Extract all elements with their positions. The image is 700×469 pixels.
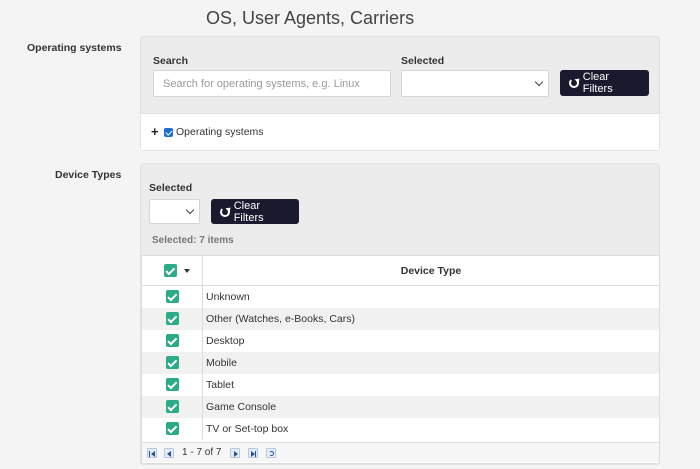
- device-type-cell: Game Console: [206, 401, 277, 413]
- table-header: Device Type: [142, 256, 659, 286]
- page-title: OS, User Agents, Carriers: [206, 8, 415, 28]
- row-checkbox[interactable]: [166, 334, 179, 347]
- os-search-input[interactable]: [153, 70, 391, 97]
- table-row[interactable]: Game Console: [142, 396, 659, 418]
- column-header-device-type[interactable]: Device Type: [203, 256, 659, 286]
- os-section-label: Operating systems: [27, 42, 122, 54]
- row-checkbox[interactable]: [166, 290, 179, 303]
- device-selected-dropdown[interactable]: [149, 199, 200, 224]
- device-filter-panel: Selected Clear Filters Selected: 7 items…: [140, 163, 660, 465]
- pager-range: 1 - 7 of 7: [182, 447, 222, 458]
- device-selected-label: Selected: [149, 182, 193, 194]
- device-type-cell: Unknown: [206, 291, 250, 303]
- row-checkbox[interactable]: [166, 422, 179, 435]
- row-checkbox[interactable]: [166, 312, 179, 325]
- refresh-icon: [569, 78, 579, 88]
- first-page-icon[interactable]: [147, 448, 157, 458]
- row-checkbox[interactable]: [166, 400, 179, 413]
- previous-page-icon[interactable]: [164, 448, 174, 458]
- os-tree-checkbox[interactable]: [164, 128, 173, 137]
- os-selected-dropdown[interactable]: [401, 70, 549, 97]
- next-page-icon[interactable]: [230, 448, 240, 458]
- table-row[interactable]: Unknown: [142, 286, 659, 308]
- table-row[interactable]: Mobile: [142, 352, 659, 374]
- device-type-table: Device Type Unknown Other (Watches, e-Bo…: [141, 255, 660, 464]
- selected-label: Selected: [401, 55, 445, 67]
- table-row[interactable]: Tablet: [142, 374, 659, 396]
- select-all-checkbox[interactable]: [164, 264, 177, 277]
- device-type-cell: Desktop: [206, 335, 245, 347]
- chevron-down-icon: [534, 77, 544, 87]
- device-clear-filters-label: Clear Filters: [233, 199, 264, 224]
- table-row[interactable]: Other (Watches, e-Books, Cars): [142, 308, 659, 330]
- table-row[interactable]: Desktop: [142, 330, 659, 352]
- device-type-cell: Tablet: [206, 379, 235, 391]
- pager: 1 - 7 of 7: [142, 442, 659, 462]
- os-filter-panel: Search Selected Clear Filters + Operatin…: [140, 36, 660, 151]
- expand-plus-icon[interactable]: +: [151, 124, 159, 139]
- last-page-icon[interactable]: [248, 448, 258, 458]
- selected-count: Selected: 7 items: [152, 235, 234, 246]
- os-clear-filters-label: Clear Filters: [582, 71, 613, 95]
- os-tree-label: Operating systems: [176, 126, 264, 138]
- device-type-cell: Mobile: [206, 357, 237, 369]
- device-type-cell: Other (Watches, e-Books, Cars): [206, 313, 355, 325]
- device-clear-filters-button[interactable]: Clear Filters: [211, 199, 299, 224]
- table-row[interactable]: TV or Set-top box: [142, 418, 659, 440]
- row-checkbox[interactable]: [166, 378, 179, 391]
- device-section-label: Device Types: [55, 169, 122, 181]
- refresh-page-icon[interactable]: [266, 448, 276, 458]
- os-clear-filters-button[interactable]: Clear Filters: [560, 70, 649, 96]
- chevron-down-icon: [185, 205, 195, 215]
- caret-down-icon[interactable]: [184, 269, 190, 273]
- os-tree-row: + Operating systems: [141, 113, 659, 150]
- refresh-icon: [220, 206, 230, 217]
- row-checkbox[interactable]: [166, 356, 179, 369]
- search-label: Search: [153, 55, 189, 67]
- device-type-cell: TV or Set-top box: [206, 423, 289, 435]
